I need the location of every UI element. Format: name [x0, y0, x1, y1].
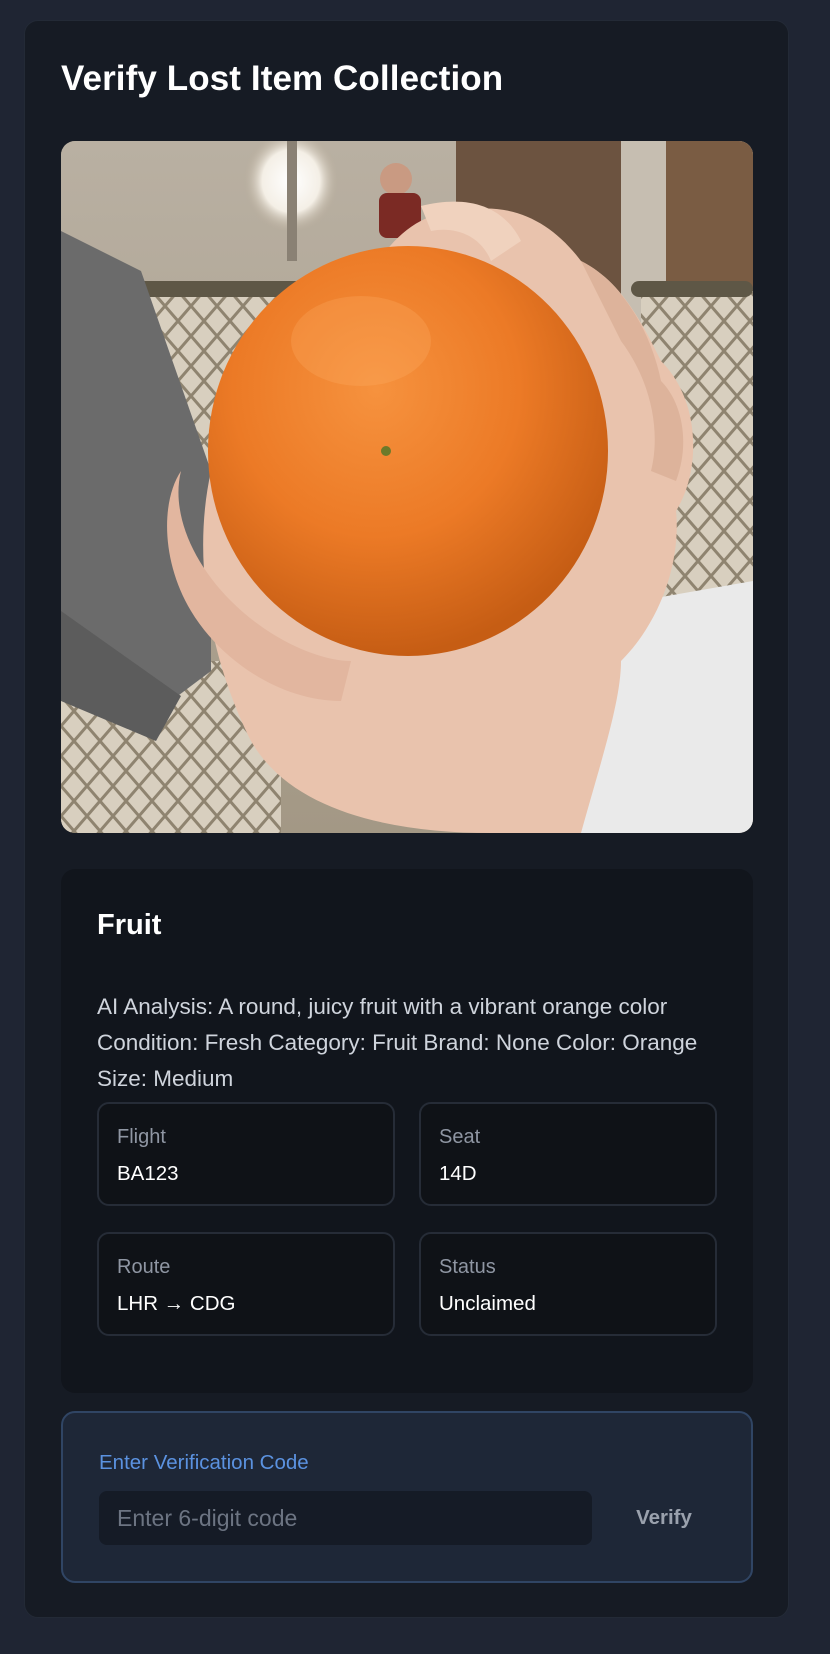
- flight-field: Flight BA123: [97, 1102, 395, 1206]
- route-label: Route: [117, 1256, 171, 1278]
- item-details-panel: Fruit AI Analysis: A round, juicy fruit …: [61, 869, 753, 1393]
- item-photo: [61, 141, 753, 833]
- status-label: Status: [439, 1256, 496, 1278]
- route-value: LHR → CDG: [117, 1292, 236, 1315]
- seat-value: 14D: [439, 1162, 477, 1185]
- flight-value: BA123: [117, 1162, 179, 1185]
- status-value: Unclaimed: [439, 1292, 536, 1315]
- item-ai-description: AI Analysis: A round, juicy fruit with a…: [97, 994, 698, 1091]
- status-field: Status Unclaimed: [419, 1232, 717, 1336]
- seat-field: Seat 14D: [419, 1102, 717, 1206]
- verify-card: Verify Lost Item Collection Fruit AI Ana…: [24, 20, 789, 1618]
- verification-code-input[interactable]: [99, 1491, 592, 1545]
- flight-label: Flight: [117, 1126, 166, 1148]
- item-name: Fruit: [97, 909, 162, 941]
- verification-section: Enter Verification Code Verify: [61, 1411, 753, 1583]
- verify-button[interactable]: Verify: [608, 1491, 720, 1545]
- page-title: Verify Lost Item Collection: [61, 59, 504, 98]
- orange-in-hand-photo-icon: [61, 141, 753, 833]
- route-field: Route LHR → CDG: [97, 1232, 395, 1336]
- seat-label: Seat: [439, 1126, 481, 1148]
- verification-code-label: Enter Verification Code: [99, 1451, 309, 1474]
